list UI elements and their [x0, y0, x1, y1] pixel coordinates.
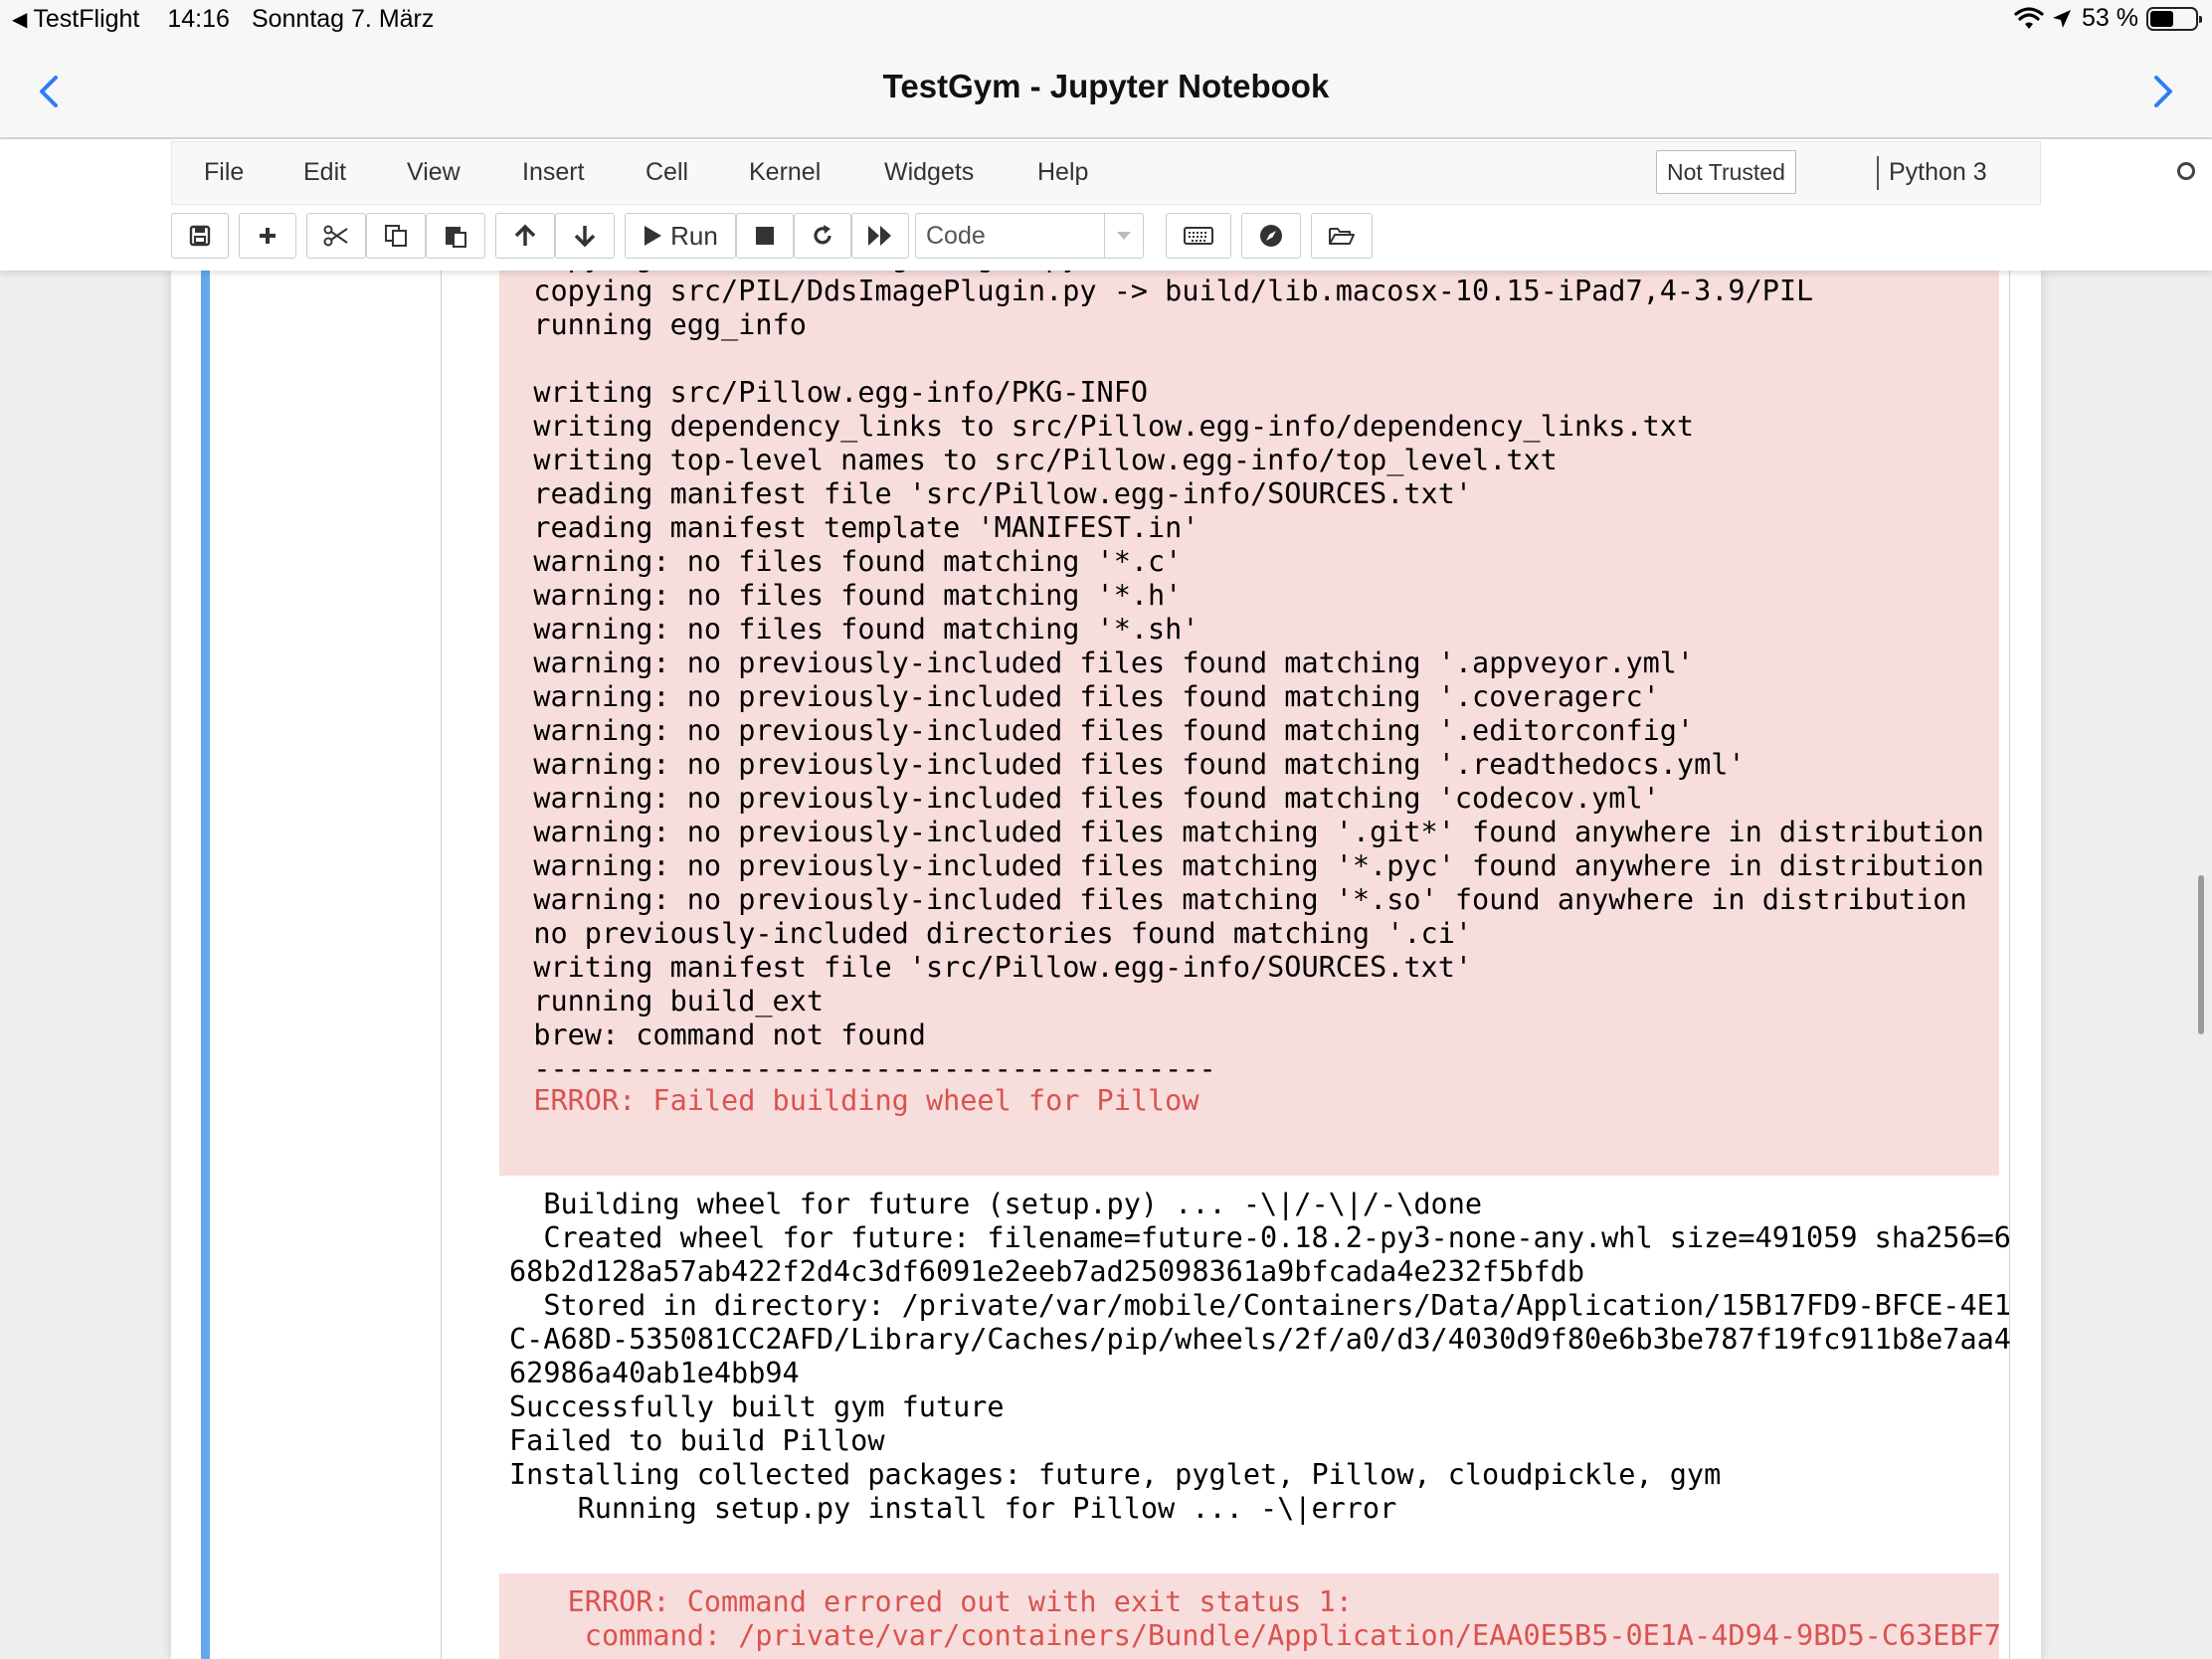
jupyter-header: File Edit View Insert Cell Kernel Widget… [0, 139, 2212, 271]
status-left: ◀ TestFlight 14:16 Sonntag 7. März [12, 5, 434, 34]
save-icon [189, 225, 211, 247]
run-label: Run [670, 220, 718, 251]
battery-fill [2150, 10, 2173, 27]
cell-type-select[interactable]: Code [915, 213, 1144, 259]
menu-view[interactable]: View [407, 158, 461, 187]
arrow-up-icon [514, 224, 536, 246]
scissors-icon [323, 225, 348, 247]
status-date: Sonntag 7. März [251, 5, 435, 33]
kernel-name[interactable]: Python 3 [1889, 158, 1987, 187]
paste-icon [446, 227, 466, 248]
stop-icon [756, 227, 774, 245]
kernel-idle-indicator-icon [2177, 162, 2195, 180]
battery-percent: 53 % [2082, 4, 2138, 32]
move-down-button[interactable] [555, 213, 615, 259]
folder-open-icon [1329, 228, 1355, 245]
menu-widgets[interactable]: Widgets [884, 158, 974, 187]
notebook-container: copying src/PIL/ImImagePlugin.py -> buil… [171, 241, 2041, 1659]
arrow-down-icon [574, 226, 596, 248]
command-error-text: ERROR: Command errored out with exit sta… [567, 1585, 1999, 1652]
fast-forward-icon [868, 226, 891, 246]
back-to-app-icon[interactable]: ◀ [12, 7, 27, 32]
location-arrow-icon [2053, 9, 2072, 28]
back-app-label[interactable]: TestFlight [33, 5, 139, 34]
run-button[interactable]: Run [625, 213, 736, 259]
menu-cell[interactable]: Cell [645, 158, 688, 187]
page-scrollbar[interactable] [2198, 875, 2204, 1034]
move-up-button[interactable] [495, 213, 555, 259]
paste-button[interactable] [426, 213, 485, 259]
menu-file[interactable]: File [204, 158, 244, 187]
selected-cell-indicator [201, 271, 210, 1659]
menu-help[interactable]: Help [1037, 158, 1088, 187]
browser-nav-bar: TestGym - Jupyter Notebook [0, 40, 2212, 139]
cell-type-value: Code [926, 222, 986, 250]
compass-button[interactable] [1241, 213, 1301, 259]
not-trusted-button[interactable]: Not Trusted [1656, 150, 1796, 194]
interrupt-button[interactable] [736, 213, 794, 259]
keyboard-icon [1184, 227, 1213, 245]
restart-button[interactable] [794, 213, 851, 259]
error-message: ERROR: Failed building wheel for Pillow [499, 1084, 1199, 1117]
stderr-output-block: copying src/PIL/ImImagePlugin.py -> buil… [499, 241, 1999, 1176]
stdout-text: Building wheel for future (setup.py) ...… [509, 1188, 2011, 1525]
menu-edit[interactable]: Edit [303, 158, 346, 187]
stderr-text: copying src/PIL/ImImagePlugin.py -> buil… [533, 241, 1984, 1085]
status-time: 14:16 [167, 5, 230, 33]
copy-icon [385, 225, 407, 247]
menu-insert[interactable]: Insert [522, 158, 585, 187]
compass-icon [1260, 225, 1282, 247]
stderr-output-block-2: ERROR: Command errored out with exit sta… [499, 1573, 1999, 1659]
command-palette-button[interactable] [1166, 213, 1231, 259]
stderr-clip: ERROR: Command errored out with exit sta… [499, 1573, 1999, 1659]
battery-icon [2146, 6, 2202, 31]
insert-cell-button[interactable] [239, 213, 296, 259]
ios-status-bar: ◀ TestFlight 14:16 Sonntag 7. März 53 % [0, 0, 2212, 40]
page-title: TestGym - Jupyter Notebook [882, 68, 1330, 104]
cut-button[interactable] [306, 213, 366, 259]
wifi-icon [2014, 6, 2044, 29]
menu-kernel[interactable]: Kernel [749, 158, 821, 187]
output-area-left-border [441, 271, 442, 1659]
plus-icon [260, 228, 276, 244]
restart-icon [814, 225, 831, 245]
restart-run-all-button[interactable] [851, 213, 909, 259]
play-icon [645, 226, 662, 246]
menubar: File Edit View Insert Cell Kernel Widget… [171, 141, 2195, 205]
kernel-separator [1877, 156, 1879, 190]
status-right: 53 % [2014, 4, 2202, 33]
open-folder-button[interactable] [1311, 213, 1373, 259]
chevron-down-icon [1104, 214, 1143, 258]
save-button[interactable] [171, 213, 229, 259]
forward-chevron-icon[interactable] [2142, 72, 2182, 111]
copy-button[interactable] [366, 213, 426, 259]
